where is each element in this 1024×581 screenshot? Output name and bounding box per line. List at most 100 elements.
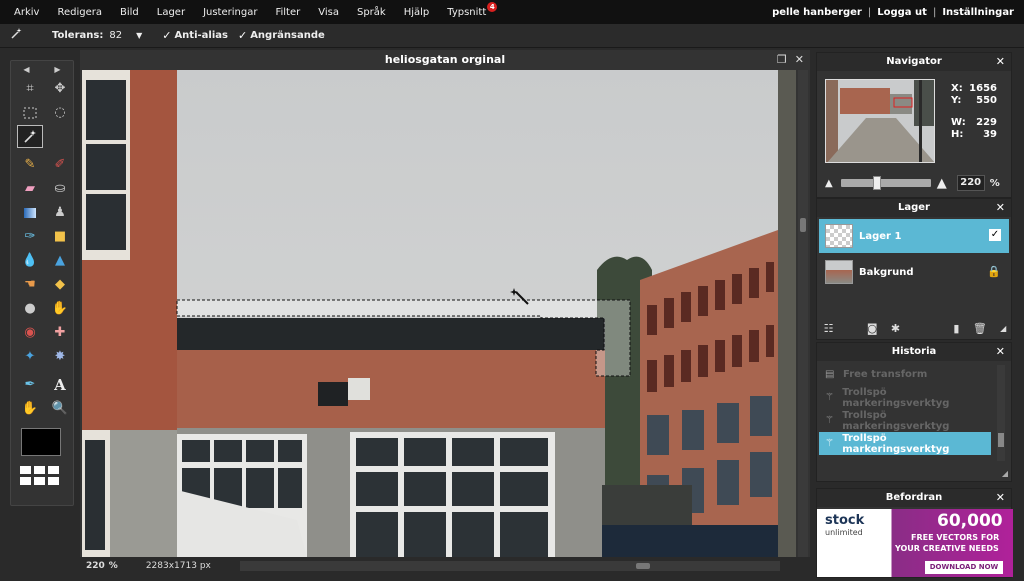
delete-layer-icon[interactable]: 🗑: [973, 322, 987, 335]
scroll-thumb[interactable]: [998, 433, 1004, 447]
image-canvas[interactable]: [82, 70, 796, 557]
layer-row-bakgrund[interactable]: Bakgrund 🔒: [819, 255, 1009, 289]
layer-styles-icon[interactable]: ✱: [891, 322, 900, 335]
navigator-thumbnail[interactable]: [825, 79, 935, 163]
menu-arkiv[interactable]: Arkiv: [0, 7, 48, 18]
dodge-tool-icon[interactable]: ●: [17, 297, 43, 320]
zoom-slider[interactable]: [840, 176, 931, 190]
smudge-tool-icon[interactable]: ☚: [17, 273, 43, 296]
history-label: Trollspö markeringsverktyg: [842, 409, 950, 432]
paint-bucket-icon[interactable]: ⛀: [47, 177, 73, 200]
draw-shape-icon[interactable]: ■: [47, 225, 73, 248]
contiguous-checkbox[interactable]: ✓ Angränsande: [238, 29, 325, 42]
clone-stamp-icon[interactable]: ♟: [47, 201, 73, 224]
zoom-slider-knob[interactable]: [872, 176, 881, 190]
magic-wand-tool-icon[interactable]: [17, 125, 43, 148]
resize-icon[interactable]: ◢: [1000, 324, 1006, 333]
h-value: 39: [983, 129, 997, 140]
layer-row-lager-1[interactable]: Lager 1 ✓: [819, 219, 1009, 253]
pencil-tool-icon[interactable]: ✎: [17, 153, 43, 176]
color-picker-icon[interactable]: ✒: [17, 373, 43, 396]
blur-tool-icon[interactable]: 💧: [17, 249, 43, 272]
red-eye-tool-icon[interactable]: ◉: [17, 321, 43, 344]
primary-color-swatch[interactable]: [21, 428, 61, 456]
horizontal-scrollbar[interactable]: [240, 561, 780, 571]
hand-tool-icon[interactable]: ✋: [17, 397, 43, 420]
menu-bild[interactable]: Bild: [111, 7, 148, 18]
history-item[interactable]: ⚚ Trollspö markeringsverktyg: [819, 409, 991, 432]
scroll-thumb[interactable]: [636, 563, 650, 569]
gradient-tool-icon[interactable]: [17, 201, 43, 224]
close-icon[interactable]: ✕: [996, 343, 1005, 361]
history-scrollbar[interactable]: [997, 365, 1005, 461]
navigator-zoom-input[interactable]: 220: [956, 175, 985, 191]
advertisement-banner[interactable]: stock unlimited 60,000 FREE VECTORS FOR …: [817, 509, 1013, 577]
menu-bar: Arkiv Redigera Bild Lager Justeringar Fi…: [0, 0, 1024, 24]
navigator-panel: Navigator ✕ X: 1656 Y: 550 W: 229 H: 39 ▲ ▲ 2…: [816, 52, 1012, 198]
close-icon[interactable]: ✕: [996, 199, 1005, 217]
color-replace-icon[interactable]: ✑: [17, 225, 43, 248]
menu-typsnitt[interactable]: Typsnitt 4: [438, 1, 498, 18]
layer-properties-icon[interactable]: ☷: [824, 322, 834, 335]
lock-icon: 🔒: [987, 265, 1001, 278]
ad-download-button[interactable]: DOWNLOAD NOW: [925, 561, 1003, 574]
toolbox-collapse[interactable]: ◀ ▶: [11, 61, 73, 77]
logout-link[interactable]: Logga ut: [877, 7, 927, 18]
arrow-right-icon[interactable]: ▶: [54, 65, 60, 74]
arrow-left-icon[interactable]: ◀: [23, 65, 29, 74]
sponge-tool-icon[interactable]: ◆: [47, 273, 73, 296]
menu-redigera[interactable]: Redigera: [48, 7, 111, 18]
move-tool-icon[interactable]: ✥: [47, 77, 73, 100]
zoom-tool-icon[interactable]: 🔍: [47, 397, 73, 420]
resize-icon[interactable]: ◢: [1002, 469, 1008, 478]
document-title: heliosgatan orginal: [384, 53, 506, 66]
history-item[interactable]: ⚚ Trollspö markeringsverktyg: [819, 386, 991, 409]
history-item[interactable]: ▤ Free transform: [819, 363, 991, 386]
history-item-selected[interactable]: ⚚ Trollspö markeringsverktyg: [819, 432, 991, 455]
sharpen-tool-icon[interactable]: ▲: [47, 249, 73, 272]
navigator-title: Navigator: [886, 56, 942, 67]
menu-sprak[interactable]: Språk: [348, 7, 395, 18]
settings-link[interactable]: Inställningar: [942, 7, 1014, 18]
close-document-icon[interactable]: ✕: [795, 50, 804, 70]
promotion-panel: Befordran ✕ stock unlimited 60,000 FREE V…: [816, 488, 1013, 578]
menu-visa[interactable]: Visa: [309, 7, 348, 18]
user-name-link[interactable]: pelle hanberger: [772, 7, 862, 18]
spot-heal-icon[interactable]: ✚: [47, 321, 73, 344]
history-panel: Historia ✕ ▤ Free transform ⚚ Trollspö mark…: [816, 342, 1012, 482]
brush-tool-icon[interactable]: ✐: [47, 153, 73, 176]
menu-lager[interactable]: Lager: [148, 7, 194, 18]
scroll-thumb[interactable]: [800, 218, 806, 232]
ad-logo: stock: [825, 513, 865, 528]
y-label: Y:: [951, 95, 962, 106]
text-tool-icon[interactable]: A: [47, 373, 73, 396]
tolerance-input[interactable]: 82: [109, 30, 122, 41]
layer-visibility-checkbox[interactable]: ✓: [989, 229, 1001, 241]
vertical-scrollbar[interactable]: [798, 70, 808, 557]
zoom-out-icon[interactable]: ▲: [825, 178, 833, 189]
layers-footer: ☷ ◙ ✱ ▮ 🗑 ◢: [817, 319, 1013, 337]
antialias-checkbox[interactable]: ✓ Anti-alias: [162, 29, 228, 42]
view-grid-icon[interactable]: [20, 466, 73, 485]
marquee-tool-icon[interactable]: [17, 101, 43, 124]
menu-typsnitt-label: Typsnitt: [447, 6, 487, 18]
crop-tool-icon[interactable]: ⌗: [17, 77, 43, 100]
zoom-in-icon[interactable]: ▲: [937, 176, 947, 191]
menu-filter[interactable]: Filter: [266, 7, 309, 18]
restore-window-icon[interactable]: ❐: [777, 50, 787, 70]
layer-mask-icon[interactable]: ◙: [867, 322, 878, 335]
pinch-tool-icon[interactable]: ✸: [47, 345, 73, 368]
eraser-tool-icon[interactable]: ▰: [17, 177, 43, 200]
bloat-tool-icon[interactable]: ✦: [17, 345, 43, 368]
magic-wand-icon: [10, 28, 26, 43]
burn-tool-icon[interactable]: ✋: [47, 297, 73, 320]
zoom-level[interactable]: 220: [86, 561, 105, 571]
menu-hjalp[interactable]: Hjälp: [395, 7, 439, 18]
tolerance-dropdown-icon[interactable]: ▼: [136, 31, 142, 40]
close-icon[interactable]: ✕: [996, 489, 1005, 507]
menu-justeringar[interactable]: Justeringar: [194, 7, 266, 18]
ad-line-1: FREE VECTORS FOR: [911, 533, 1000, 542]
lasso-tool-icon[interactable]: ◌: [47, 101, 73, 124]
new-layer-icon[interactable]: ▮: [953, 322, 959, 335]
close-icon[interactable]: ✕: [996, 53, 1005, 71]
